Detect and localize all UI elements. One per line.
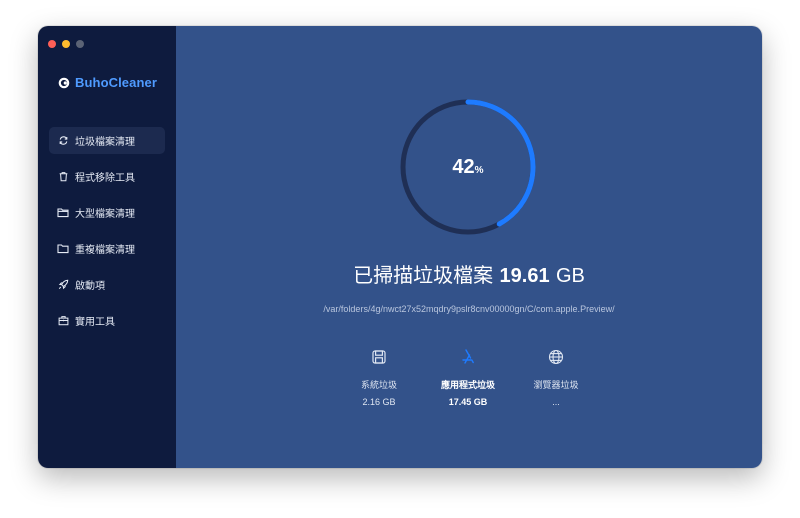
current-scan-path: /var/folders/4g/nwct27x52mqdry9pslr8cnv0…	[323, 304, 615, 314]
folder-duplicate-icon	[57, 243, 69, 255]
headline-prefix: 已掃描垃圾檔案	[353, 263, 494, 287]
category-label: 應用程式垃圾	[440, 381, 495, 391]
category-value: ...	[552, 397, 560, 407]
sync-icon	[57, 135, 69, 147]
app-store-icon	[418, 348, 518, 366]
toolbox-icon	[57, 315, 69, 327]
sidebar-item-label: 程式移除工具	[75, 173, 135, 184]
sidebar: BuhoCleaner 垃圾檔案清理 程式移除工具 大型檔案清理 重複檔案清理 …	[38, 26, 176, 468]
headline-unit: GB	[555, 265, 585, 287]
sidebar-item-label: 啟動項	[75, 281, 105, 292]
sidebar-item-junk-cleanup[interactable]: 垃圾檔案清理	[49, 127, 165, 154]
category-app-junk[interactable]: 應用程式垃圾 17.45 GB	[418, 348, 518, 407]
window-controls	[48, 40, 84, 48]
folder-icon	[57, 207, 69, 219]
rocket-icon	[57, 279, 69, 291]
trash-icon	[57, 171, 69, 183]
category-browser-junk[interactable]: 瀏覽器垃圾 ...	[506, 348, 606, 407]
scan-progress-ring: 42 %	[398, 97, 538, 237]
zoom-window-button[interactable]	[76, 40, 84, 48]
globe-icon	[506, 348, 606, 366]
sidebar-item-duplicate-files[interactable]: 重複檔案清理	[49, 235, 165, 262]
sidebar-item-toolkit[interactable]: 實用工具	[49, 307, 165, 334]
category-value: 2.16 GB	[362, 397, 396, 407]
brand: BuhoCleaner	[58, 75, 157, 90]
sidebar-item-large-files[interactable]: 大型檔案清理	[49, 199, 165, 226]
category-value: 17.45 GB	[448, 397, 488, 407]
headline-size: 19.61	[499, 265, 550, 287]
sidebar-item-label: 重複檔案清理	[75, 245, 135, 256]
progress-percent: 42 %	[398, 97, 538, 237]
disk-icon	[329, 348, 429, 366]
sidebar-item-label: 垃圾檔案清理	[75, 137, 135, 148]
main-panel: 42 % 已掃描垃圾檔案 19.61 GB /var/folders/4g/nw…	[176, 26, 762, 468]
sidebar-item-app-uninstaller[interactable]: 程式移除工具	[49, 163, 165, 190]
category-label: 瀏覽器垃圾	[533, 381, 579, 391]
category-label: 系統垃圾	[360, 381, 397, 391]
progress-unit: %	[474, 164, 484, 176]
scan-headline: 已掃描垃圾檔案 19.61 GB	[176, 259, 762, 288]
minimize-window-button[interactable]	[62, 40, 70, 48]
app-name: BuhoCleaner	[75, 75, 158, 90]
progress-value: 42	[452, 155, 475, 178]
sidebar-nav: 垃圾檔案清理 程式移除工具 大型檔案清理 重複檔案清理 啟動項 實用工具	[49, 127, 165, 343]
sidebar-item-label: 實用工具	[75, 317, 115, 328]
app-window: BuhoCleaner 垃圾檔案清理 程式移除工具 大型檔案清理 重複檔案清理 …	[38, 26, 762, 468]
sidebar-item-label: 大型檔案清理	[75, 209, 135, 220]
category-system-junk[interactable]: 系統垃圾 2.16 GB	[329, 348, 429, 407]
close-window-button[interactable]	[48, 40, 56, 48]
sidebar-item-startup-items[interactable]: 啟動項	[49, 271, 165, 298]
buho-logo-icon	[58, 77, 70, 88]
